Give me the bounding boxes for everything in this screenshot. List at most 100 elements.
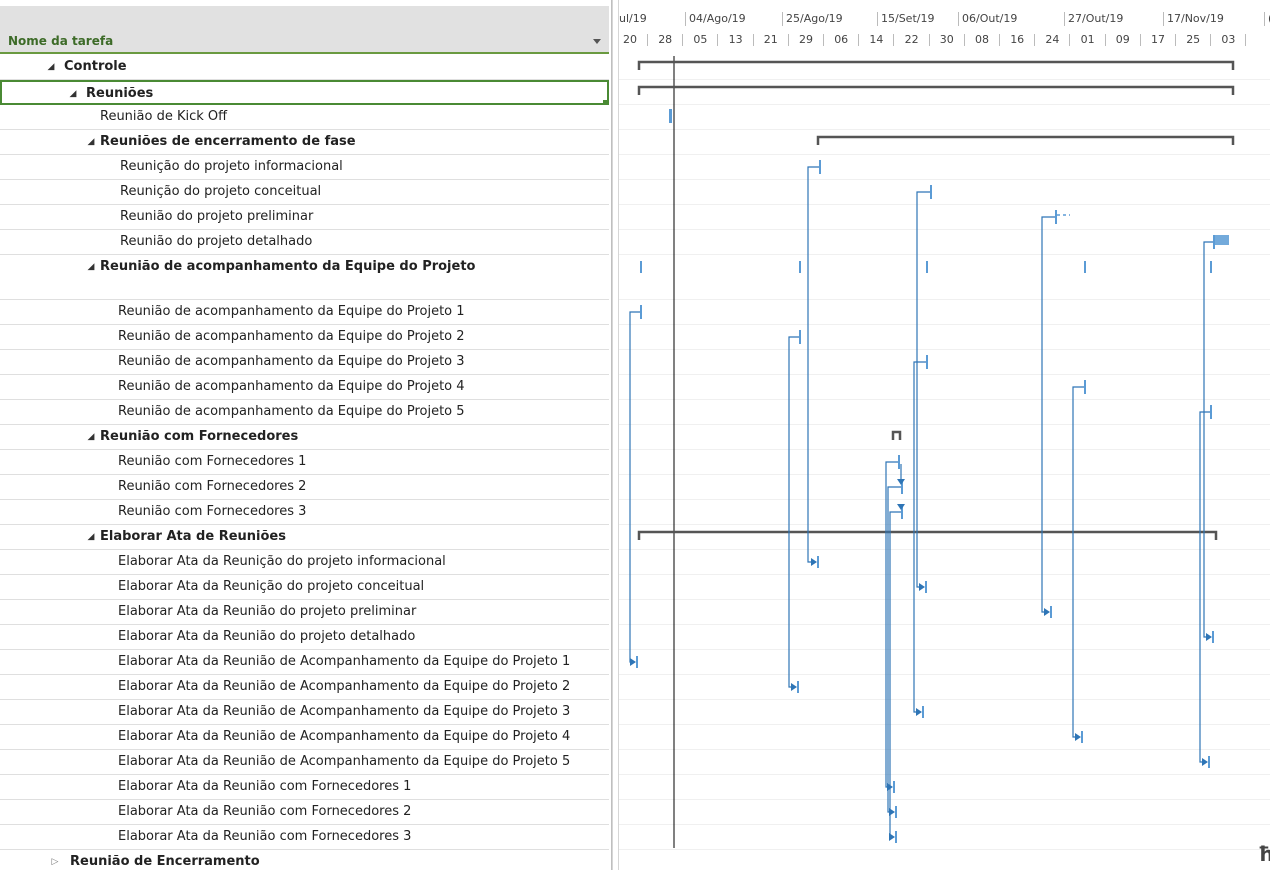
task-bar[interactable] — [895, 831, 897, 843]
task-bar[interactable] — [893, 781, 895, 793]
task-row[interactable]: Elaborar Ata da Reunião do projeto preli… — [0, 600, 609, 625]
task-row[interactable]: Reunião com Fornecedores 1 — [0, 450, 609, 475]
task-name-label: Elaborar Ata da Reunição do projeto conc… — [118, 579, 425, 594]
collapse-triangle-icon[interactable]: ◢ — [68, 82, 78, 106]
task-name-label: Reunião de acompanhamento da Equipe do P… — [118, 354, 465, 369]
collapse-triangle-icon[interactable]: ◢ — [86, 525, 96, 549]
dependency-link — [807, 166, 819, 563]
task-row[interactable]: Elaborar Ata da Reunião de Acompanhament… — [0, 750, 609, 775]
dependency-link — [1199, 411, 1210, 763]
task-name-label: Reunião de acompanhamento da Equipe do P… — [118, 404, 465, 419]
summary-bar[interactable] — [637, 60, 1235, 70]
task-row[interactable]: Elaborar Ata da Reunição do projeto info… — [0, 550, 609, 575]
task-row[interactable]: Reunição do projeto conceitual — [0, 180, 609, 205]
task-row[interactable]: Reunião do projeto detalhado — [0, 230, 609, 255]
task-bar[interactable] — [1212, 631, 1214, 643]
summary-bar[interactable] — [891, 430, 902, 440]
task-bar[interactable] — [1084, 380, 1086, 394]
task-row[interactable]: ◢ Reunião com Fornecedores — [0, 425, 609, 450]
task-name-label: Elaborar Ata da Reunião com Fornecedores… — [118, 804, 412, 819]
task-row[interactable]: Elaborar Ata da Reunião com Fornecedores… — [0, 825, 609, 850]
task-bar[interactable] — [898, 455, 900, 469]
task-bar[interactable] — [797, 681, 799, 693]
task-row[interactable]: Reunião de acompanhamento da Equipe do P… — [0, 300, 609, 325]
task-bar[interactable] — [1210, 261, 1212, 273]
task-row[interactable]: ◢ Controle — [0, 55, 609, 80]
task-bar[interactable] — [669, 109, 672, 123]
task-bar[interactable] — [895, 806, 897, 818]
task-row[interactable]: Elaborar Ata da Reunião de Acompanhament… — [0, 650, 609, 675]
task-name-label: Elaborar Ata da Reunião com Fornecedores… — [118, 829, 412, 844]
task-name-label: Elaborar Ata da Reunião de Acompanhament… — [118, 654, 571, 669]
task-bar[interactable] — [926, 261, 928, 273]
task-row[interactable]: ◢ Elaborar Ata de Reuniões — [0, 525, 609, 550]
dependency-arrow — [791, 683, 797, 691]
task-name-label: Reunião de acompanhamento da Equipe do P… — [100, 259, 476, 274]
collapse-triangle-icon[interactable]: ◢ — [86, 130, 96, 154]
task-name-column-header[interactable]: Nome da tarefa — [0, 6, 609, 54]
task-row[interactable]: Elaborar Ata da Reunião de Acompanhament… — [0, 725, 609, 750]
task-bar[interactable] — [817, 556, 819, 568]
task-bar[interactable] — [922, 706, 924, 718]
task-row[interactable]: Elaborar Ata da Reunião de Acompanhament… — [0, 700, 609, 725]
pane-splitter[interactable] — [612, 0, 619, 870]
task-name-label: Reunião de acompanhamento da Equipe do P… — [118, 379, 465, 394]
task-row[interactable]: Reunião do projeto preliminar — [0, 205, 609, 230]
task-row[interactable]: Reunião de acompanhamento da Equipe do P… — [0, 350, 609, 375]
task-bar[interactable] — [799, 261, 801, 273]
task-bar[interactable] — [1208, 756, 1210, 768]
task-name-label: Elaborar Ata da Reunião de Acompanhament… — [118, 729, 571, 744]
task-row[interactable]: ▷ Reunião de Encerramento — [0, 850, 609, 870]
dependency-link — [1203, 241, 1213, 638]
task-bar[interactable] — [640, 261, 642, 273]
task-bar[interactable] — [1055, 210, 1057, 224]
dependency-arrow — [1075, 733, 1081, 741]
fill-handle[interactable] — [603, 100, 608, 105]
task-bar[interactable] — [819, 160, 821, 174]
task-row[interactable]: Reunião de Kick Off — [0, 105, 609, 130]
task-bar[interactable] — [925, 581, 927, 593]
task-row[interactable]: Elaborar Ata da Reunião de Acompanhament… — [0, 675, 609, 700]
dependency-link — [629, 311, 640, 663]
task-bar[interactable] — [1210, 405, 1212, 419]
task-row[interactable]: Reunião de acompanhamento da Equipe do P… — [0, 375, 609, 400]
task-row[interactable]: Elaborar Ata da Reunição do projeto conc… — [0, 575, 609, 600]
collapse-triangle-icon[interactable]: ◢ — [46, 55, 56, 79]
task-bar[interactable] — [799, 330, 801, 344]
task-bar[interactable] — [1215, 235, 1229, 245]
summary-bar[interactable] — [637, 85, 1235, 95]
task-bar[interactable] — [930, 185, 932, 199]
task-bar[interactable] — [636, 656, 638, 668]
summary-bar[interactable] — [637, 530, 1218, 540]
task-row[interactable]: ◢ Reuniões de encerramento de fase — [0, 130, 609, 155]
expand-triangle-icon[interactable]: ▷ — [50, 850, 60, 870]
task-row[interactable]: ◢ Reunião de acompanhamento da Equipe do … — [0, 255, 609, 300]
task-name-label: Reunião do projeto preliminar — [120, 209, 314, 224]
task-bar[interactable] — [1213, 235, 1215, 249]
dependency-arrow — [811, 558, 817, 566]
task-bar[interactable] — [640, 305, 642, 319]
summary-bar[interactable] — [816, 135, 1235, 145]
dependency-arrow — [1044, 608, 1050, 616]
task-bar[interactable] — [1084, 261, 1086, 273]
task-bar[interactable] — [926, 355, 928, 369]
collapse-triangle-icon[interactable]: ◢ — [86, 425, 96, 449]
task-name-label: Reunição do projeto conceitual — [120, 184, 322, 199]
task-row[interactable]: Elaborar Ata da Reunião com Fornecedores… — [0, 775, 609, 800]
task-row[interactable]: Reunião com Fornecedores 2 — [0, 475, 609, 500]
task-row[interactable]: Reunião de acompanhamento da Equipe do P… — [0, 325, 609, 350]
dependency-link — [788, 336, 799, 688]
task-bar[interactable] — [1081, 731, 1083, 743]
task-row[interactable]: Reunição do projeto informacional — [0, 155, 609, 180]
task-row[interactable]: Elaborar Ata da Reunião do projeto detal… — [0, 625, 609, 650]
task-row[interactable]: Elaborar Ata da Reunião com Fornecedores… — [0, 800, 609, 825]
task-bar[interactable] — [1050, 606, 1052, 618]
task-row[interactable]: Reunião de acompanhamento da Equipe do P… — [0, 400, 609, 425]
task-row[interactable]: Reunião com Fornecedores 3 — [0, 500, 609, 525]
task-name-table: Nome da tarefa ◢ Controle ◢ Reuniões Reunião… — [0, 0, 612, 870]
dependency-arrow — [897, 504, 905, 510]
task-name-label: Reuniões de encerramento de fase — [100, 134, 356, 149]
column-filter-dropdown-icon[interactable] — [593, 39, 601, 44]
collapse-triangle-icon[interactable]: ◢ — [86, 255, 96, 279]
task-row[interactable]: ◢ Reuniões — [0, 80, 609, 105]
